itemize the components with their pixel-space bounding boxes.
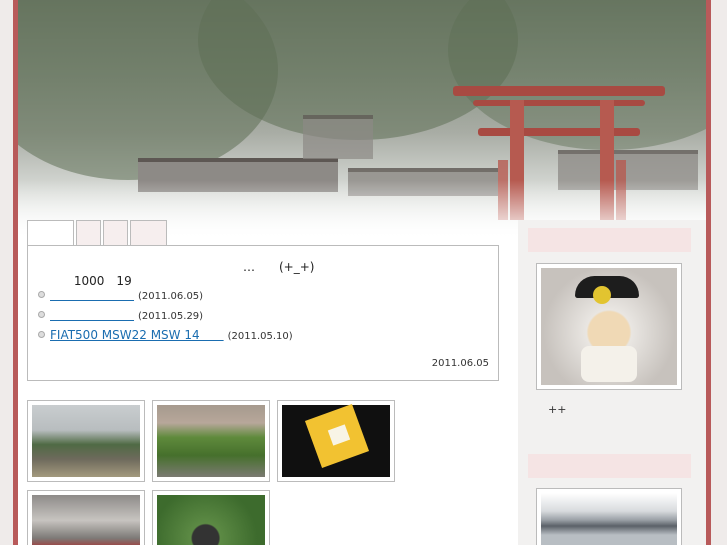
blog-post-box: 1000 19 … (+_+) (2011.06.05) (2011.05.29… — [27, 245, 499, 381]
post-date: 2011.06.05 — [431, 358, 489, 369]
related-link[interactable] — [50, 308, 134, 322]
photo-thumbnail[interactable] — [277, 400, 395, 482]
tab-2[interactable] — [76, 220, 101, 246]
header-banner — [18, 0, 706, 240]
photo-thumbnail[interactable] — [27, 400, 145, 482]
list-item: FIAT500 MSW22 MSW 14 (2011.05.10) — [38, 326, 293, 346]
page-frame: 1000 19 … (+_+) (2011.06.05) (2011.05.29… — [13, 0, 711, 545]
post-title-right: … (+_+) — [243, 260, 315, 274]
tab-1[interactable] — [27, 220, 74, 247]
list-item: (2011.05.29) — [38, 306, 293, 326]
photo-thumbnail[interactable] — [152, 400, 270, 482]
sidebar-heading — [528, 454, 691, 478]
sidebar-photo[interactable] — [536, 488, 682, 545]
link-date: (2011.06.05) — [138, 291, 204, 302]
list-item: (2011.06.05) — [38, 286, 293, 306]
tab-3[interactable] — [103, 220, 128, 246]
related-links-list: (2011.06.05) (2011.05.29) FIAT500 MSW22 … — [38, 286, 293, 346]
sidebar-caption: ++ — [548, 403, 567, 416]
photo-thumbnail[interactable] — [27, 490, 145, 545]
sidebar: ++ — [518, 220, 706, 545]
link-date: (2011.05.10) — [227, 331, 293, 342]
sidebar-heading — [528, 228, 691, 252]
link-date: (2011.05.29) — [138, 311, 204, 322]
related-link[interactable]: FIAT500 MSW22 MSW 14 — [50, 328, 224, 342]
tab-4[interactable] — [130, 220, 167, 246]
sidebar-profile-photo[interactable] — [536, 263, 682, 390]
related-link[interactable] — [50, 288, 134, 302]
photo-thumbnail[interactable] — [152, 490, 270, 545]
